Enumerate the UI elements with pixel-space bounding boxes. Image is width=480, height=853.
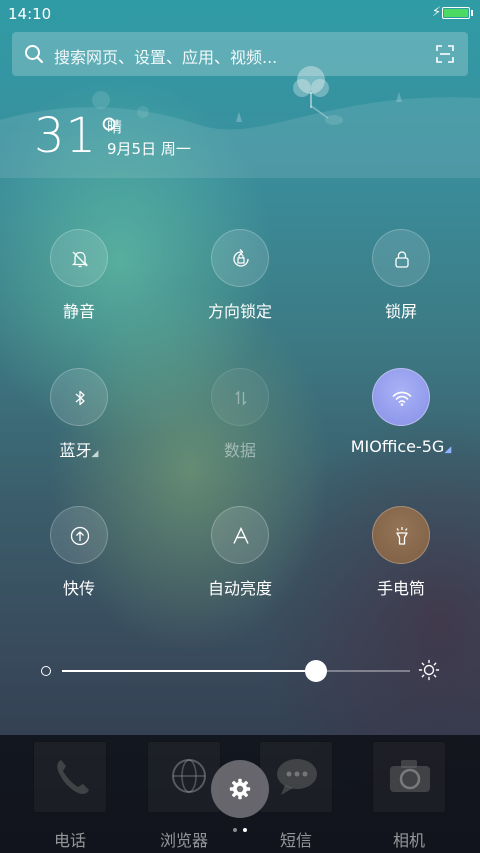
dock-app-phone-tile[interactable]: [33, 741, 107, 813]
status-bar: 14:10 ⚡: [0, 0, 480, 28]
settings-button[interactable]: [211, 760, 269, 818]
mobile-data-icon: [235, 390, 247, 406]
toggle-wifi[interactable]: MIOffice-5G◢: [331, 368, 471, 468]
dock-app-phone-label: 电话: [53, 831, 86, 850]
toggle-wifi-button[interactable]: [372, 368, 430, 426]
dock-app-browser-label: 浏览器: [159, 831, 208, 850]
camera-icon: [390, 760, 430, 792]
expand-triangle-icon[interactable]: ◢: [444, 445, 451, 455]
toggle-rotation-lock[interactable]: 方向锁定: [170, 229, 310, 329]
toggle-flashlight[interactable]: 手电筒: [331, 506, 471, 606]
brightness-max-icon: [418, 659, 440, 681]
gear-icon: [229, 778, 251, 800]
toggle-auto-brightness[interactable]: 自动亮度: [170, 506, 310, 606]
brightness-slider-thumb[interactable]: [305, 660, 328, 682]
toggle-flashlight-button[interactable]: [372, 506, 430, 564]
toggle-mobile-data[interactable]: 数据: [170, 368, 310, 468]
rotation-lock-icon: [233, 249, 249, 267]
toggle-lock-screen-label: 锁屏: [384, 302, 417, 321]
brightness-slider-fill: [62, 670, 317, 672]
toggle-quick-transfer-label: 快传: [62, 579, 95, 598]
toggle-mobile-data-button[interactable]: [211, 368, 269, 426]
weather-date: 9月5日 周一: [107, 140, 191, 158]
charging-icon: ⚡: [432, 5, 442, 20]
phone-icon: [57, 760, 89, 794]
flashlight-icon: [396, 527, 408, 545]
dock-app-browser-tile[interactable]: [147, 741, 221, 813]
toggle-rotation-lock-label: 方向锁定: [207, 302, 272, 321]
toggle-rotation-lock-button[interactable]: [211, 229, 269, 287]
lock-icon: [395, 251, 409, 268]
toggle-auto-brightness-label: 自动亮度: [207, 579, 272, 598]
dock-app-messages-label: 短信: [279, 831, 312, 850]
toggle-lock-screen-button[interactable]: [372, 229, 430, 287]
toggle-mute-button[interactable]: [50, 229, 108, 287]
toggle-wifi-text: MIOffice-5G: [350, 437, 445, 456]
dock-app-camera[interactable]: 相机: [369, 741, 449, 850]
toggle-flashlight-label: 手电筒: [376, 579, 425, 598]
toggle-mute-label: 静音: [62, 302, 95, 321]
expand-triangle-icon[interactable]: ◢: [92, 449, 99, 459]
page-dot: [233, 828, 237, 832]
toggle-bluetooth-text: 蓝牙: [59, 441, 92, 460]
browser-globe-icon: [172, 759, 206, 793]
toggle-mute[interactable]: 静音: [9, 229, 149, 329]
page-dot-active: [243, 828, 247, 832]
toggle-bluetooth-button[interactable]: [50, 368, 108, 426]
toggle-mobile-data-label: 数据: [223, 441, 256, 460]
dock-app-camera-label: 相机: [392, 831, 425, 850]
page-indicator: [230, 826, 252, 834]
bluetooth-icon: [75, 390, 85, 406]
toggle-bluetooth-label: 蓝牙◢: [9, 437, 149, 461]
weather-condition: 晴: [107, 118, 123, 136]
toggle-auto-brightness-button[interactable]: [211, 506, 269, 564]
battery-tip: [471, 10, 473, 16]
battery-icon: [442, 7, 470, 19]
brightness-min-icon: [41, 666, 51, 676]
bell-mute-icon: [71, 251, 89, 268]
toggle-quick-transfer[interactable]: 快传: [9, 506, 149, 606]
toggle-wifi-label: MIOffice-5G◢: [331, 437, 471, 456]
status-time: 14:10: [8, 5, 52, 23]
dock-app-messages-tile[interactable]: [259, 741, 333, 813]
dock-app-phone[interactable]: 电话: [30, 741, 110, 850]
messages-icon: [277, 759, 317, 795]
toggle-quick-transfer-button[interactable]: [50, 506, 108, 564]
quick-transfer-icon: [70, 526, 90, 546]
toggle-bluetooth[interactable]: 蓝牙◢: [9, 368, 149, 468]
dock-app-camera-tile[interactable]: [372, 741, 446, 813]
toggle-lock-screen[interactable]: 锁屏: [331, 229, 471, 329]
wifi-icon: [392, 391, 412, 406]
auto-brightness-icon: [233, 526, 249, 544]
